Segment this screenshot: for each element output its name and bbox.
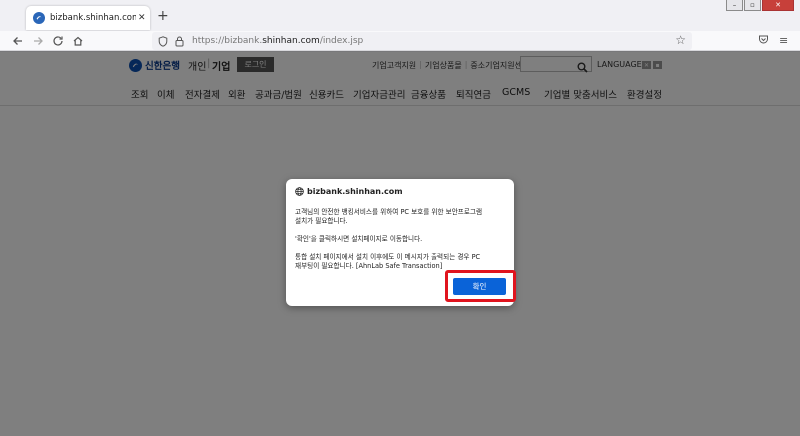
star-icon[interactable]: ☆ bbox=[675, 33, 686, 47]
url-bar[interactable]: https://bizbank.shinhan.com/index.jsp ☆ bbox=[152, 32, 692, 50]
globe-icon bbox=[295, 187, 304, 196]
tab-close-icon[interactable]: ✕ bbox=[138, 13, 146, 23]
home-icon[interactable] bbox=[70, 33, 86, 49]
shinhan-favicon-icon bbox=[33, 12, 45, 24]
maximize-button[interactable]: ▫ bbox=[744, 0, 761, 11]
back-arrow-icon[interactable] bbox=[10, 33, 26, 49]
dialog-origin-text: bizbank.shinhan.com bbox=[307, 187, 403, 196]
lock-icon[interactable] bbox=[172, 34, 186, 48]
reload-icon[interactable] bbox=[50, 33, 66, 49]
minimize-button[interactable]: – bbox=[726, 0, 743, 11]
new-tab-button[interactable]: + bbox=[157, 8, 169, 24]
dialog-origin: bizbank.shinhan.com bbox=[295, 187, 403, 196]
browser-tab-bar: bizbank.shinhan.com/index.jsp ✕ + ⌄ – ▫ … bbox=[0, 0, 800, 31]
window-controls: – ▫ ✕ bbox=[725, 0, 794, 11]
ok-button[interactable]: 확인 bbox=[453, 278, 506, 295]
pocket-icon[interactable] bbox=[758, 34, 769, 48]
hamburger-menu-icon[interactable]: ≡ bbox=[779, 34, 788, 47]
forward-arrow-icon[interactable] bbox=[30, 33, 46, 49]
tab-title: bizbank.shinhan.com/index.jsp bbox=[50, 13, 136, 23]
shield-icon[interactable] bbox=[156, 34, 170, 48]
browser-tab[interactable]: bizbank.shinhan.com/index.jsp ✕ bbox=[26, 6, 150, 30]
window-close-button[interactable]: ✕ bbox=[762, 0, 794, 11]
url-text: https://bizbank.shinhan.com/index.jsp bbox=[192, 36, 364, 46]
dialog-message: 고객님의 안전한 뱅킹서비스를 위하여 PC 보호를 위한 보안프로그램 설치가… bbox=[295, 208, 483, 270]
browser-nav-bar: https://bizbank.shinhan.com/index.jsp ☆ … bbox=[0, 31, 800, 51]
